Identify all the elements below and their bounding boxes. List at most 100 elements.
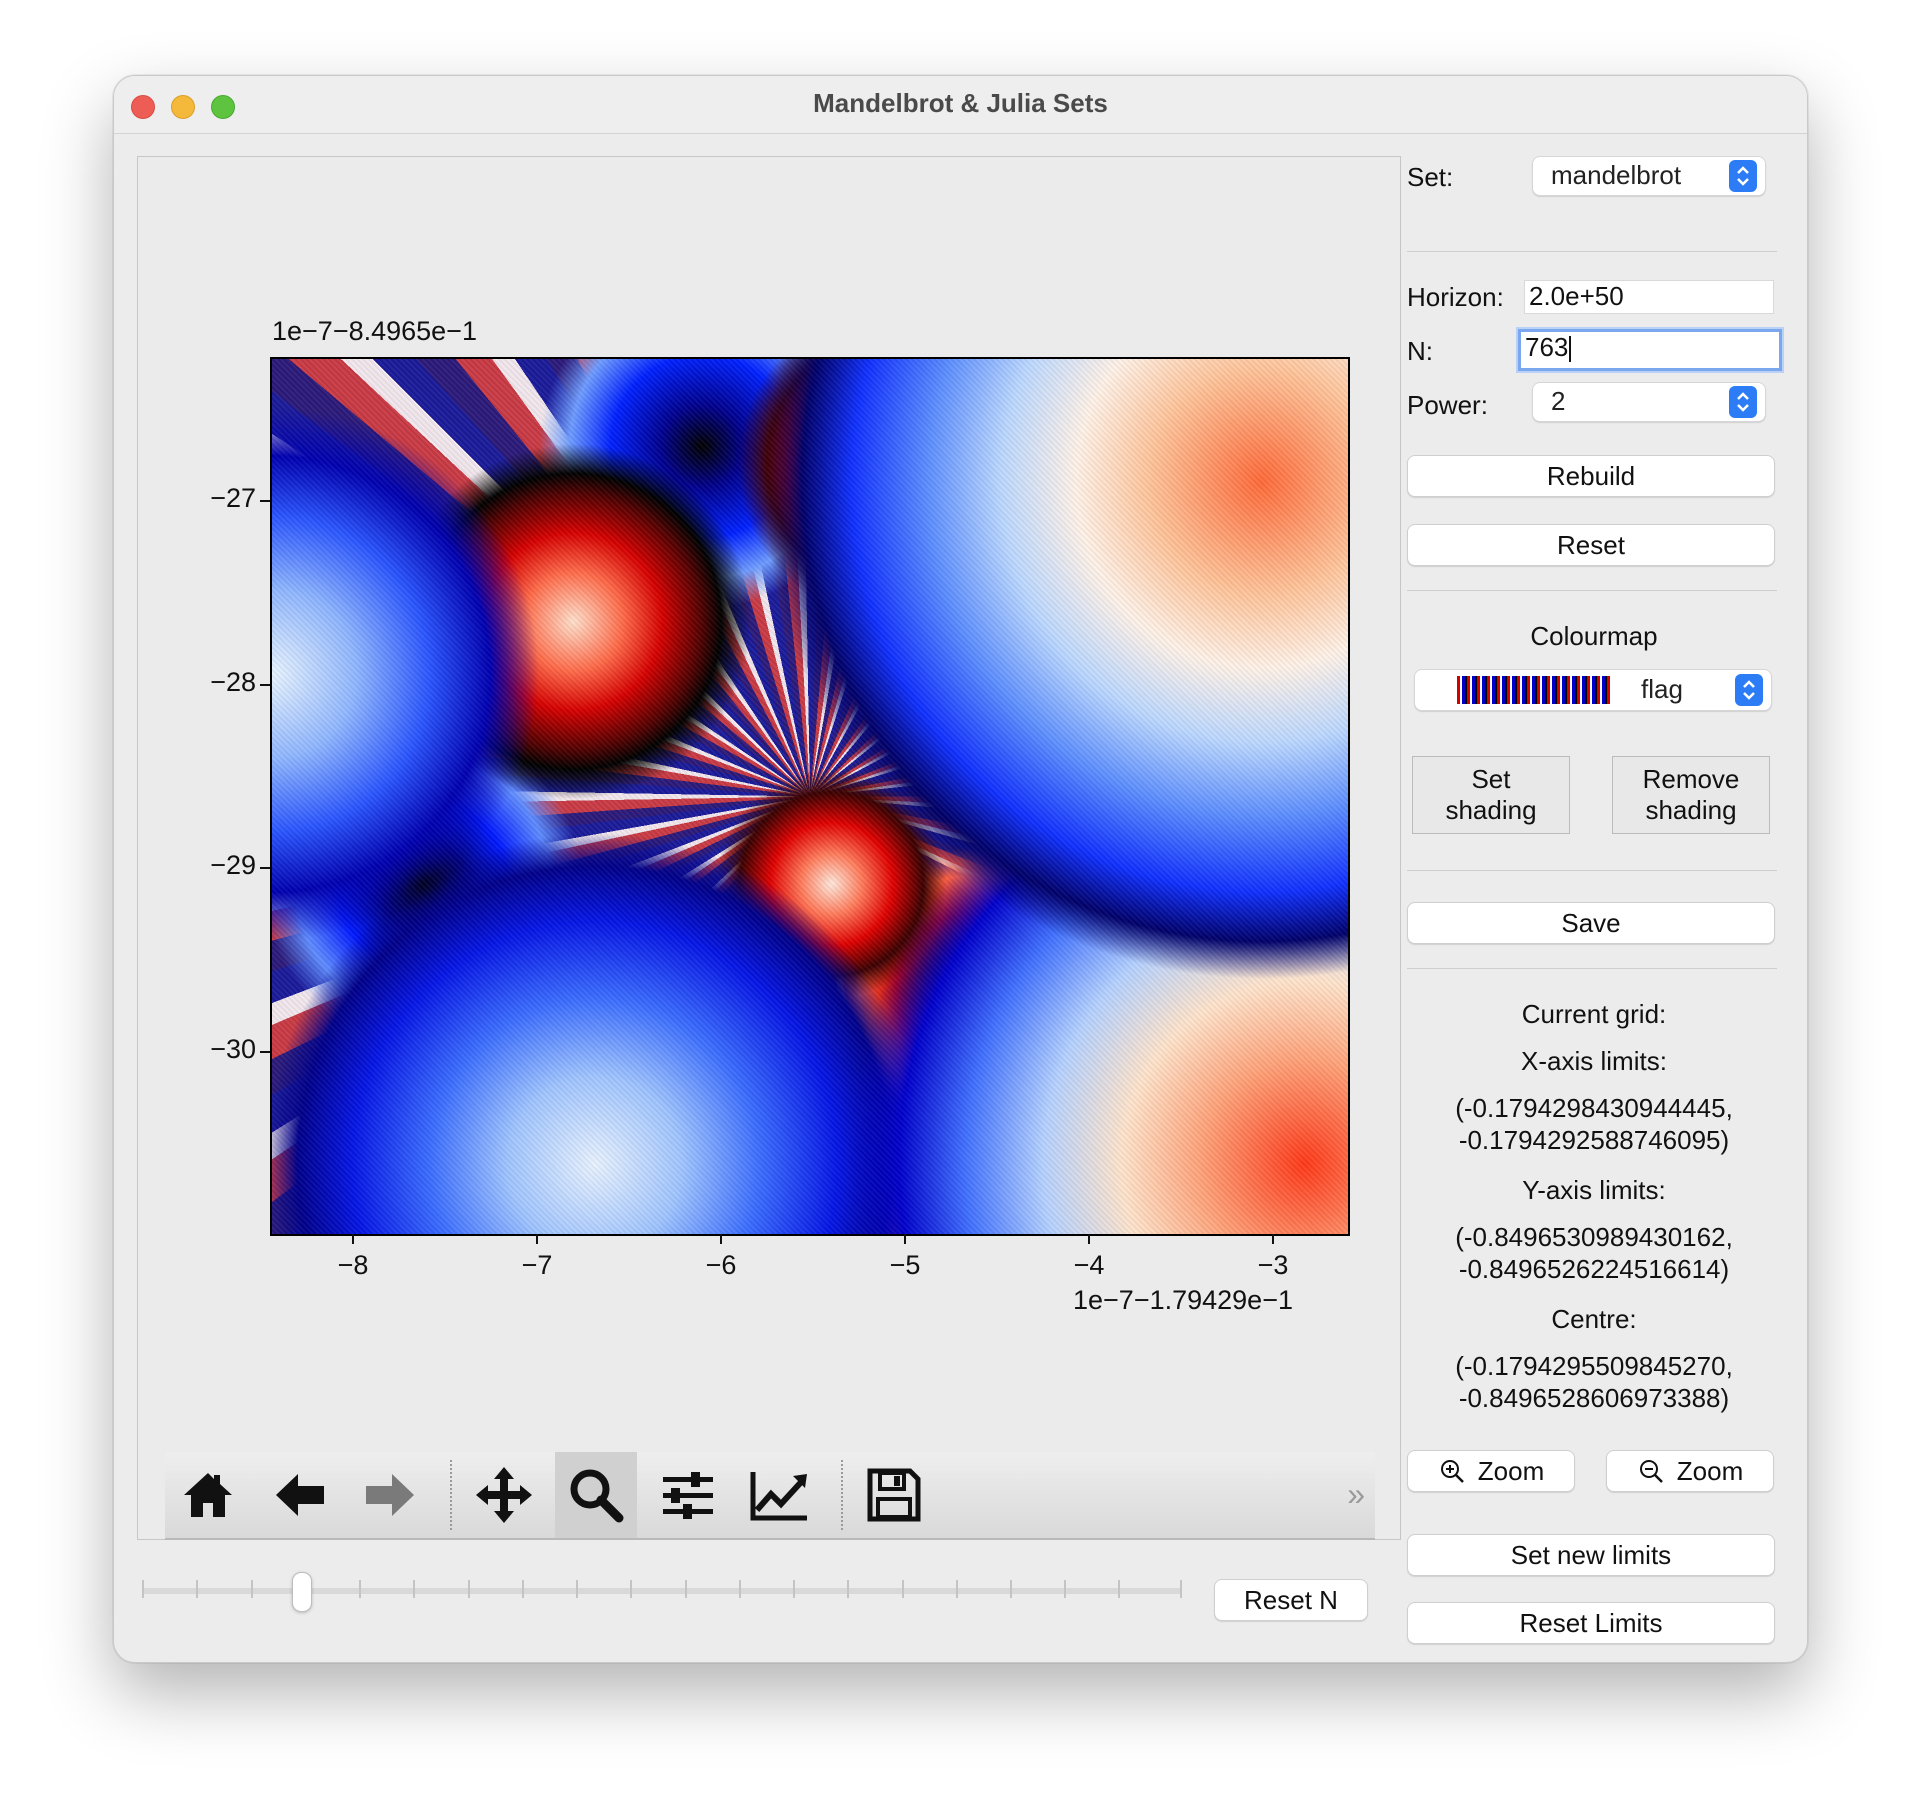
select-updown-icon bbox=[1729, 386, 1757, 418]
slider-tick bbox=[576, 1580, 578, 1598]
plot-panel: 1e−7−8.4965e−1 −27 −28 −29 −30 −8 −7 −6 … bbox=[137, 156, 1401, 1540]
back-button[interactable] bbox=[259, 1452, 341, 1538]
x-tick-label: −4 bbox=[1073, 1250, 1105, 1280]
slider-tick bbox=[739, 1580, 741, 1598]
slider-tick bbox=[142, 1580, 144, 1598]
y-tick-label: −27 bbox=[210, 483, 256, 513]
window-title: Mandelbrot & Julia Sets bbox=[813, 88, 1108, 118]
y-axis-limits-line2: -0.8496526224516614) bbox=[1458, 1254, 1730, 1284]
save-button[interactable]: Save bbox=[1407, 902, 1775, 944]
x-tick-label: −8 bbox=[337, 1250, 369, 1280]
slider-tick bbox=[847, 1580, 849, 1598]
x-axis-limits-label: X-axis limits: bbox=[1521, 1046, 1667, 1076]
forward-button[interactable] bbox=[349, 1452, 431, 1538]
forward-arrow-icon bbox=[366, 1474, 414, 1516]
x-tick-mark bbox=[352, 1234, 354, 1244]
y-tick-mark bbox=[260, 867, 270, 869]
colourmap-preview-swatch bbox=[1457, 676, 1611, 704]
app-window: Mandelbrot & Julia Sets 1e−7−8.4965e−1 −… bbox=[113, 75, 1808, 1663]
zoom-out-button[interactable]: Zoom bbox=[1606, 1450, 1774, 1492]
slider-tick bbox=[251, 1580, 253, 1598]
y-axis-offset-label: 1e−7−8.4965e−1 bbox=[272, 316, 477, 346]
set-new-limits-button[interactable]: Set new limits bbox=[1407, 1534, 1775, 1576]
reset-limits-button[interactable]: Reset Limits bbox=[1407, 1602, 1775, 1644]
y-axis-limits-label: Y-axis limits: bbox=[1522, 1175, 1666, 1205]
configure-subplots-button[interactable] bbox=[647, 1452, 729, 1538]
divider bbox=[1407, 870, 1777, 871]
x-tick-label: −5 bbox=[889, 1250, 921, 1280]
x-tick-mark bbox=[1088, 1234, 1090, 1244]
home-button[interactable] bbox=[167, 1452, 249, 1538]
slider-tick bbox=[1118, 1580, 1120, 1598]
save-figure-button[interactable] bbox=[853, 1452, 935, 1538]
x-axis-limits-line1: (-0.1794298430944445, bbox=[1455, 1093, 1733, 1123]
colourmap-label: Colourmap bbox=[1530, 621, 1658, 651]
save-disk-icon bbox=[867, 1468, 921, 1522]
toolbar-overflow-icon[interactable]: » bbox=[1347, 1476, 1365, 1513]
slider-tick bbox=[1064, 1580, 1066, 1598]
slider-tick bbox=[468, 1580, 470, 1598]
x-tick-mark bbox=[536, 1234, 538, 1244]
n-slider-handle[interactable] bbox=[292, 1572, 312, 1612]
divider bbox=[1407, 968, 1777, 969]
slider-tick bbox=[522, 1580, 524, 1598]
y-tick-label: −28 bbox=[210, 667, 256, 697]
centre-line2: -0.8496528606973388) bbox=[1458, 1383, 1730, 1413]
horizon-input[interactable]: 2.0e+50 bbox=[1524, 280, 1774, 314]
divider bbox=[1407, 590, 1777, 591]
title-bar[interactable]: Mandelbrot & Julia Sets bbox=[114, 76, 1807, 134]
x-tick-label: −7 bbox=[521, 1250, 553, 1280]
power-select-value: 2 bbox=[1551, 386, 1566, 416]
fractal-image[interactable] bbox=[270, 357, 1350, 1236]
x-tick-mark bbox=[904, 1234, 906, 1244]
set-select-value: mandelbrot bbox=[1551, 160, 1682, 190]
set-shading-button[interactable]: Set shading bbox=[1412, 756, 1570, 834]
y-tick-mark bbox=[260, 684, 270, 686]
slider-tick bbox=[1180, 1580, 1182, 1598]
pan-icon bbox=[476, 1467, 532, 1523]
n-label: N: bbox=[1407, 336, 1433, 366]
pan-button[interactable] bbox=[463, 1452, 545, 1538]
toolbar-separator bbox=[450, 1460, 452, 1530]
zoom-in-button[interactable]: Zoom bbox=[1407, 1450, 1575, 1492]
toolbar-separator bbox=[841, 1460, 843, 1530]
n-input-value: 763 bbox=[1525, 332, 1569, 362]
zoom-out-label: Zoom bbox=[1676, 1455, 1744, 1486]
centre-line1: (-0.1794295509845270, bbox=[1455, 1351, 1733, 1381]
slider-tick bbox=[1010, 1580, 1012, 1598]
select-updown-icon bbox=[1735, 674, 1763, 706]
sliders-icon bbox=[663, 1472, 713, 1519]
set-select[interactable]: mandelbrot bbox=[1532, 156, 1766, 196]
power-select[interactable]: 2 bbox=[1532, 382, 1766, 422]
zoom-in-label: Zoom bbox=[1477, 1455, 1545, 1486]
slider-tick bbox=[630, 1580, 632, 1598]
divider bbox=[1407, 251, 1777, 252]
zoom-magnifier-icon bbox=[570, 1469, 624, 1523]
x-axis-limits-line2: -0.1794292588746095) bbox=[1458, 1125, 1730, 1155]
zoom-in-icon bbox=[1440, 1460, 1464, 1483]
edit-axis-button[interactable] bbox=[739, 1452, 821, 1538]
zoom-button[interactable] bbox=[555, 1452, 637, 1538]
y-tick-label: −30 bbox=[210, 1034, 256, 1064]
y-tick-label: −29 bbox=[210, 850, 256, 880]
slider-tick bbox=[685, 1580, 687, 1598]
rebuild-button[interactable]: Rebuild bbox=[1407, 455, 1775, 497]
reset-n-button[interactable]: Reset N bbox=[1214, 1579, 1368, 1621]
colourmap-select-value: flag bbox=[1641, 674, 1683, 704]
colourmap-select[interactable]: flag bbox=[1414, 669, 1772, 711]
slider-tick bbox=[196, 1580, 198, 1598]
centre-label: Centre: bbox=[1551, 1304, 1637, 1334]
plot-navigation-toolbar: » bbox=[165, 1452, 1375, 1540]
x-tick-mark bbox=[720, 1234, 722, 1244]
x-axis-offset-label: 1e−7−1.79429e−1 bbox=[1073, 1285, 1293, 1315]
reset-button[interactable]: Reset bbox=[1407, 524, 1775, 566]
n-input[interactable]: 763 bbox=[1518, 329, 1782, 371]
zoom-out-icon bbox=[1639, 1460, 1663, 1483]
y-tick-mark bbox=[260, 1051, 270, 1053]
remove-shading-button[interactable]: Remove shading bbox=[1612, 756, 1770, 834]
line-chart-icon bbox=[750, 1472, 807, 1521]
back-arrow-icon bbox=[276, 1474, 324, 1516]
slider-tick bbox=[793, 1580, 795, 1598]
power-label: Power: bbox=[1407, 390, 1488, 420]
horizon-label: Horizon: bbox=[1407, 282, 1504, 312]
